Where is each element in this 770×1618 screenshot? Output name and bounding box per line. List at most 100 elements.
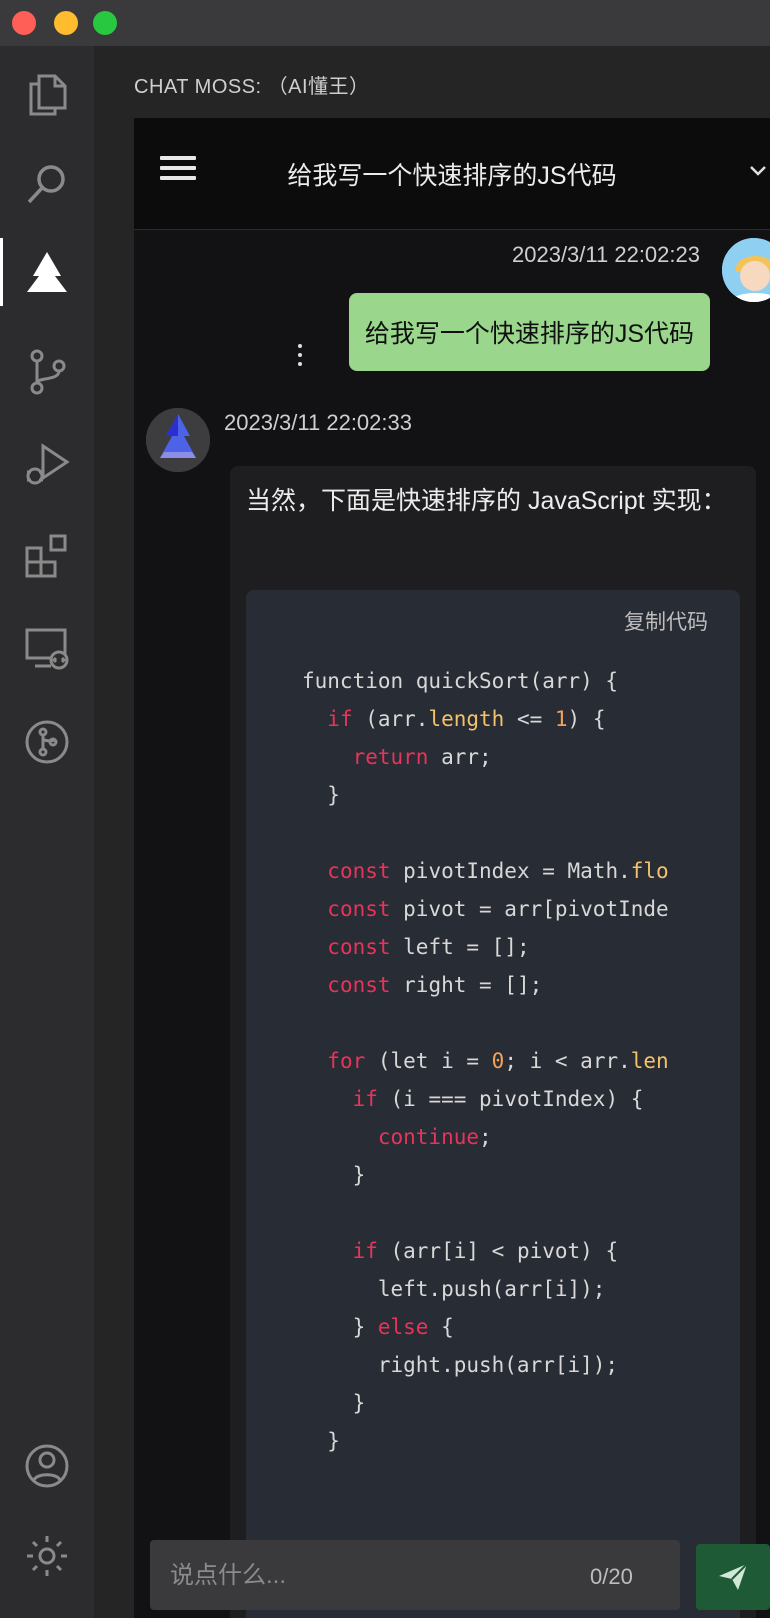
source-control-button[interactable] [0,332,94,412]
settings-button[interactable] [0,1516,94,1596]
run-debug-button[interactable] [0,424,94,504]
code-token: arr; [428,745,492,769]
code-token: } [302,1391,366,1415]
code-token: } [302,1315,378,1339]
user-avatar [722,238,770,302]
code-token: len [630,1049,669,1073]
code-line: } [302,1422,669,1460]
chat-moss-icon [27,252,67,292]
files-icon [29,74,67,116]
search-icon [27,165,65,204]
code-token: 0 [491,1049,505,1073]
activity-bar [0,46,94,1618]
code-block: 复制代码 function quickSort(arr) { if (arr.l… [246,590,740,1618]
copy-code-button[interactable]: 复制代码 [624,606,708,636]
chat-webview: 给我写一个快速排序的JS代码 2023/3/11 22:02:23 给我写一个快… [134,118,770,1618]
code-token: flo [630,859,669,883]
code-line: const pivot = arr[pivotInde [302,890,669,928]
code-token: (let i = [365,1049,492,1073]
code-token: ; i < arr. [504,1049,631,1073]
code-token: ) { [567,707,606,731]
panel-title: CHAT MOSS: （AI懂王） [134,76,370,98]
user-message-bubble: 给我写一个快速排序的JS代码 [348,293,710,371]
code-line: right.push(arr[i]); [302,1346,669,1384]
more-options-icon[interactable] [296,344,304,370]
code-line: continue; [302,1118,669,1156]
code-line: } [302,1156,669,1194]
code-token: continue [377,1125,480,1149]
code-token: if [327,707,353,731]
search-button[interactable] [0,144,94,224]
code-token: else [377,1315,429,1339]
char-counter: 0/20 [590,1564,633,1589]
conversation-title: 给我写一个快速排序的JS代码 [287,162,617,190]
close-window-button[interactable] [12,11,36,35]
git-graph-button[interactable] [0,702,94,782]
run-debug-icon [26,443,70,485]
code-line: if (arr[i] < pivot) { [302,1232,669,1270]
account-icon [25,1444,69,1488]
code-token: 1 [554,707,568,731]
ai-message-text: 当然，下面是快速排序的 JavaScript 实现： [246,487,727,515]
code-token: } [302,1429,340,1453]
code-token: { [428,1315,454,1339]
code-token: left = []; [390,935,530,959]
minimize-window-button[interactable] [54,11,78,35]
code-token: (arr. [352,707,429,731]
code-line: left.push(arr[i]); [302,1270,669,1308]
extensions-icon [25,534,67,578]
code-token: <= [504,707,555,731]
git-graph-icon [25,720,69,764]
code-line: function quickSort(arr) { [302,662,669,700]
extensions-button[interactable] [0,516,94,596]
code-token: } [302,783,340,807]
code-token: (arr[i] < pivot) { [377,1239,619,1263]
code-line: const pivotIndex = Math.flo [302,852,669,890]
code-token: return [352,745,429,769]
remote-explorer-button[interactable] [0,608,94,688]
code-token: const [327,859,391,883]
code-line: if (i === pivotIndex) { [302,1080,669,1118]
code-line: } [302,776,669,814]
code-token: } [302,1163,366,1187]
zoom-window-button[interactable] [93,11,117,35]
code-token: pivot = arr[pivotInde [390,897,669,921]
code-token: right.push(arr[i]); [302,1353,619,1377]
chat-moss-button[interactable] [0,232,94,312]
code-token: right = []; [390,973,543,997]
code-token: const [327,973,391,997]
code-line: } else { [302,1308,669,1346]
code-line: const left = []; [302,928,669,966]
send-button[interactable] [696,1544,770,1610]
account-button[interactable] [0,1426,94,1506]
code-token: left.push(arr[i]); [302,1277,606,1301]
chat-header: 给我写一个快速排序的JS代码 [134,118,770,230]
code-token: pivotIndex = Math. [390,859,631,883]
code-line: for (let i = 0; i < arr.len [302,1042,669,1080]
message-composer: 0/20 [150,1540,680,1610]
code-token: length [428,707,505,731]
code-token: if [352,1239,378,1263]
explorer-button[interactable] [0,54,94,134]
code-token: for [327,1049,366,1073]
code-token: const [327,935,391,959]
code-line: if (arr.length <= 1) { [302,700,669,738]
message-input[interactable] [170,1558,550,1594]
send-icon [719,1563,748,1590]
code-token: (i === pivotIndex) { [377,1087,644,1111]
source-control-icon [30,349,66,395]
remote-explorer-icon [25,628,69,670]
chevron-down-icon[interactable] [748,160,768,180]
ai-avatar [146,408,210,472]
